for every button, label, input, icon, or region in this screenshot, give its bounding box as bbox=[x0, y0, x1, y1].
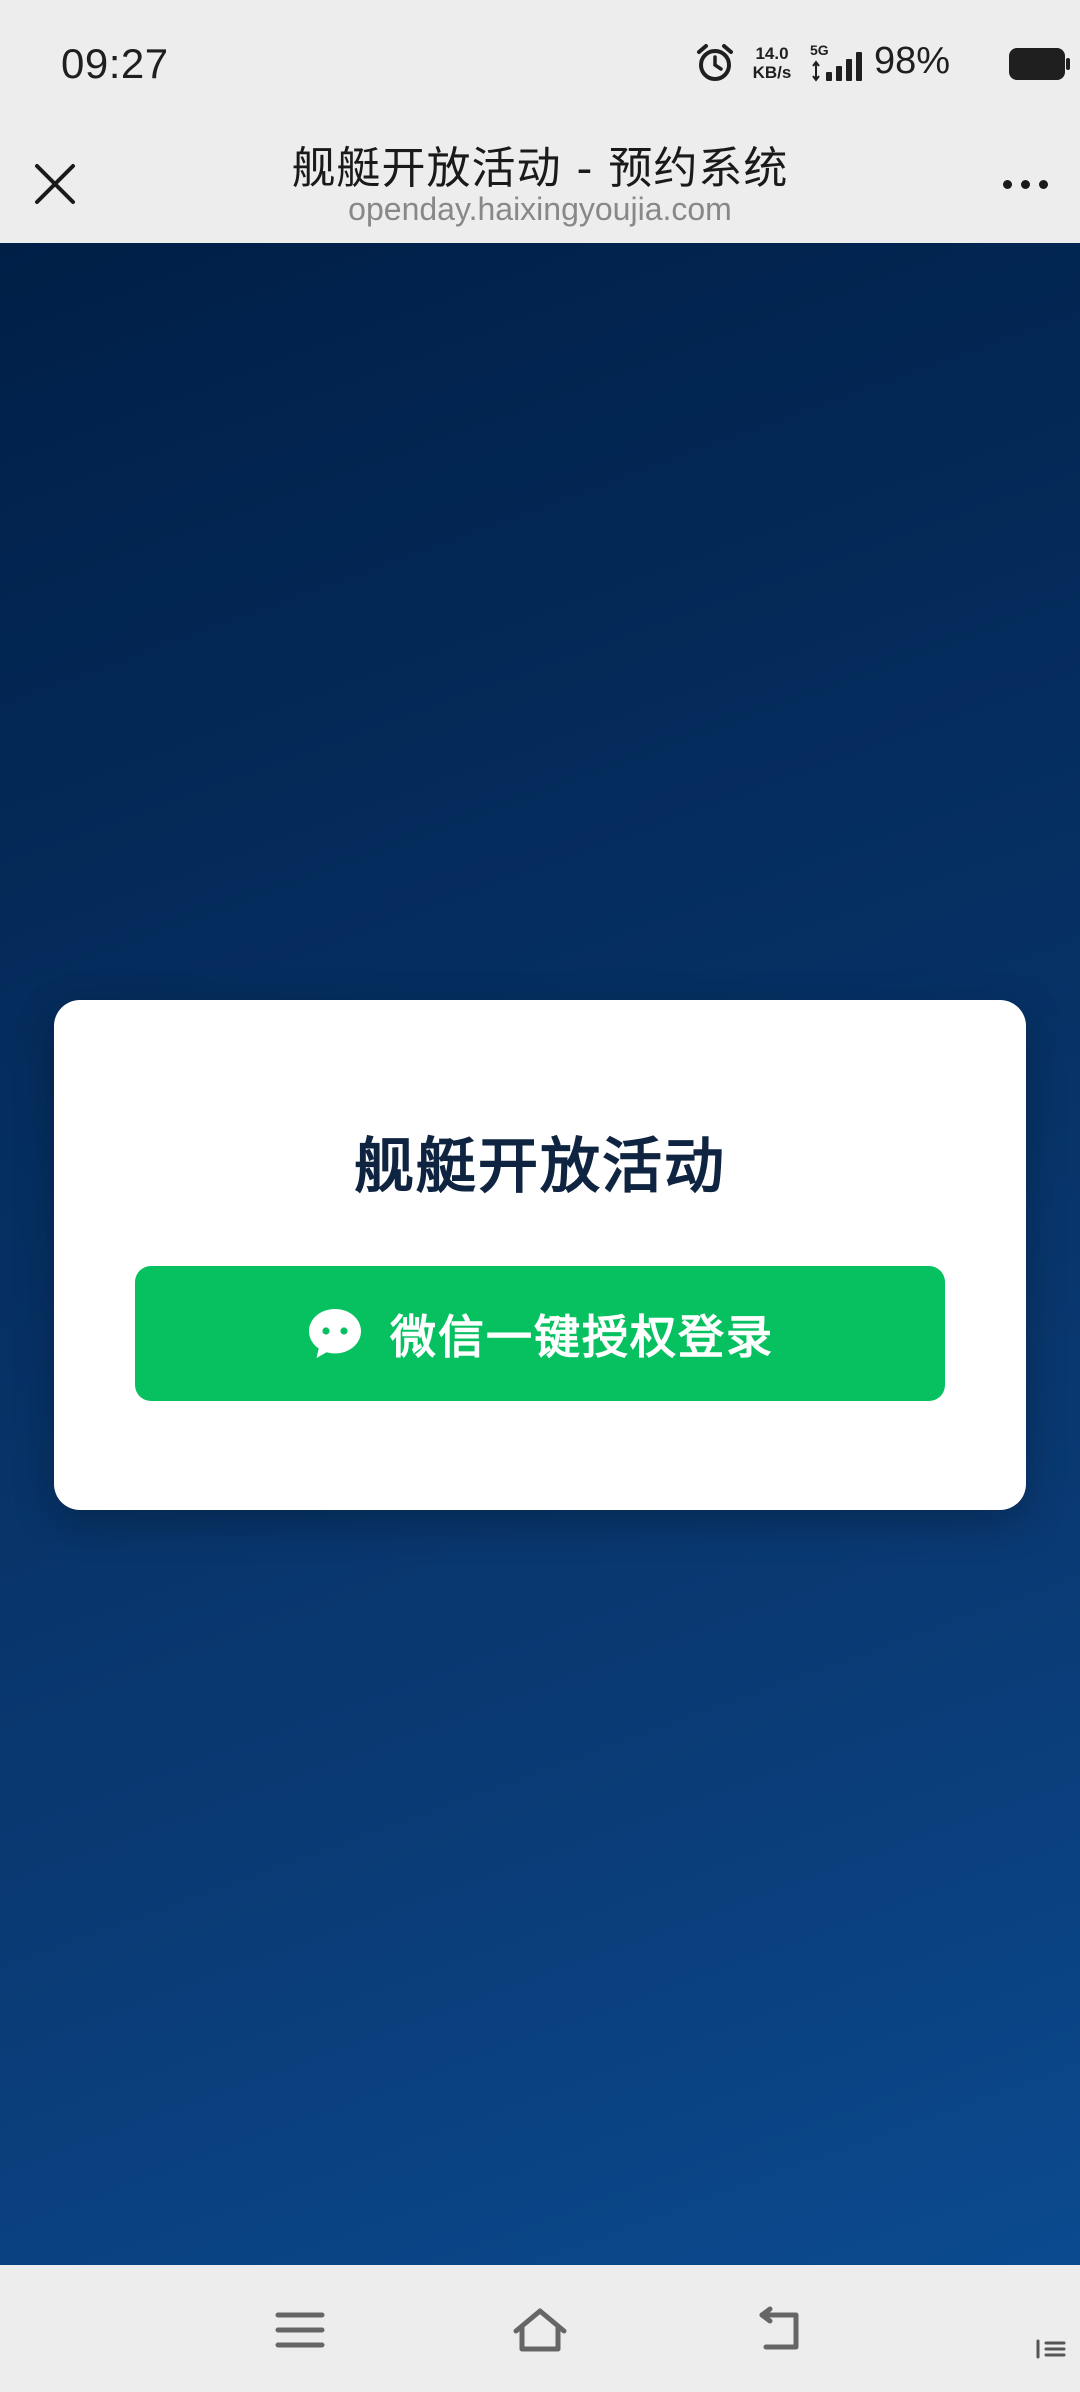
back-icon[interactable] bbox=[750, 2305, 810, 2355]
more-icon bbox=[1038, 179, 1048, 189]
page-title: 舰艇开放活动 - 预约系统 bbox=[291, 143, 789, 194]
signal-icon bbox=[812, 52, 862, 82]
net-speed-unit: KB/s bbox=[752, 63, 792, 82]
main-content: 舰艇开放活动 微信一键授权登录 bbox=[0, 243, 1080, 2265]
card-title: 舰艇开放活动 bbox=[354, 1132, 726, 1202]
wechat-login-button[interactable]: 微信一键授权登录 bbox=[135, 1266, 945, 1401]
status-bar: 09:27 14.0 KB/s 5G 98% bbox=[0, 0, 1080, 125]
battery-percent: 98% bbox=[874, 40, 951, 82]
battery-icon bbox=[1009, 48, 1070, 80]
edge-handle-icon[interactable] bbox=[1036, 2337, 1066, 2361]
net-speed: 14.0 KB/s bbox=[746, 44, 798, 82]
screen: 09:27 14.0 KB/s 5G 98% 舰艇开放活动 - 预约系统 ope… bbox=[0, 0, 1080, 2392]
system-nav-bar bbox=[0, 2265, 1080, 2392]
more-icon bbox=[1020, 179, 1030, 189]
more-icon bbox=[1002, 179, 1012, 189]
nav-bar: 舰艇开放活动 - 预约系统 openday.haixingyoujia.com bbox=[0, 125, 1080, 243]
menu-icon[interactable] bbox=[270, 2305, 330, 2355]
wechat-icon bbox=[309, 1308, 361, 1358]
wechat-login-label: 微信一键授权登录 bbox=[390, 1309, 774, 1364]
more-button[interactable] bbox=[990, 155, 1060, 213]
alarm-icon bbox=[697, 44, 733, 81]
login-card: 舰艇开放活动 微信一键授权登录 bbox=[54, 1000, 1026, 1510]
status-time: 09:27 bbox=[61, 40, 169, 87]
home-icon[interactable] bbox=[510, 2305, 570, 2355]
page-url: openday.haixingyoujia.com bbox=[348, 191, 732, 227]
net-speed-value: 14.0 bbox=[755, 44, 789, 63]
